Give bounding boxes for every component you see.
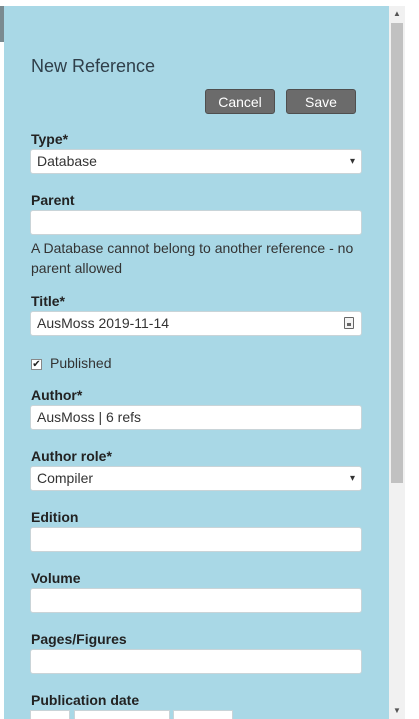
window-background <box>405 6 419 719</box>
required-mark: * <box>59 293 65 309</box>
parent-help-text: A Database cannot belong to another refe… <box>31 240 354 276</box>
new-reference-panel: New Reference Cancel Save Type* Database… <box>4 6 389 719</box>
chevron-down-icon: ▾ <box>349 473 355 484</box>
required-mark: * <box>106 448 112 464</box>
type-label-text: Type <box>31 131 63 147</box>
vertical-scrollbar[interactable]: ▲ ▼ <box>389 6 405 719</box>
chevron-down-icon: ▾ <box>349 156 355 167</box>
calendar-icon[interactable] <box>344 317 354 329</box>
pub-date-month-select[interactable] <box>74 710 170 719</box>
publication-date-label: Publication date <box>31 692 140 708</box>
pages-input[interactable] <box>30 649 362 674</box>
type-label: Type* <box>31 131 68 147</box>
author-role-label-text: Author role <box>31 448 107 464</box>
title-label-text: Title <box>31 293 60 309</box>
author-role-select-value: Compiler <box>37 470 94 486</box>
author-role-select[interactable]: Compiler ▾ <box>30 466 362 491</box>
parent-input[interactable] <box>30 210 362 235</box>
pages-label: Pages/Figures <box>31 631 127 647</box>
scroll-down-icon[interactable]: ▼ <box>389 703 405 719</box>
author-input-value: AusMoss | 6 refs <box>37 409 142 425</box>
author-label: Author* <box>31 387 82 403</box>
save-button[interactable]: Save <box>286 89 356 114</box>
type-select-value: Database <box>37 153 97 169</box>
pub-date-year-input[interactable] <box>173 710 233 719</box>
page-title: New Reference <box>31 56 156 76</box>
cancel-button[interactable]: Cancel <box>205 89 275 114</box>
title-input[interactable]: AusMoss 2019-11-14 <box>30 311 362 336</box>
volume-label: Volume <box>31 570 81 586</box>
published-checkbox[interactable]: ✔ <box>31 359 42 370</box>
published-label: Published <box>50 355 112 371</box>
parent-label: Parent <box>31 192 75 208</box>
type-select[interactable]: Database ▾ <box>30 149 362 174</box>
scroll-up-icon[interactable]: ▲ <box>389 6 405 22</box>
author-input[interactable]: AusMoss | 6 refs <box>30 405 362 430</box>
title-input-value: AusMoss 2019-11-14 <box>37 315 170 331</box>
title-label: Title* <box>31 293 65 309</box>
required-mark: * <box>62 131 69 147</box>
author-role-label: Author role* <box>31 448 112 464</box>
author-label-text: Author <box>31 387 77 403</box>
pub-date-day-input[interactable] <box>30 710 70 719</box>
edition-label: Edition <box>31 509 79 525</box>
edition-input[interactable] <box>30 527 362 552</box>
scrollbar-thumb[interactable] <box>391 23 403 483</box>
volume-input[interactable] <box>30 588 362 613</box>
required-mark: * <box>76 387 83 403</box>
